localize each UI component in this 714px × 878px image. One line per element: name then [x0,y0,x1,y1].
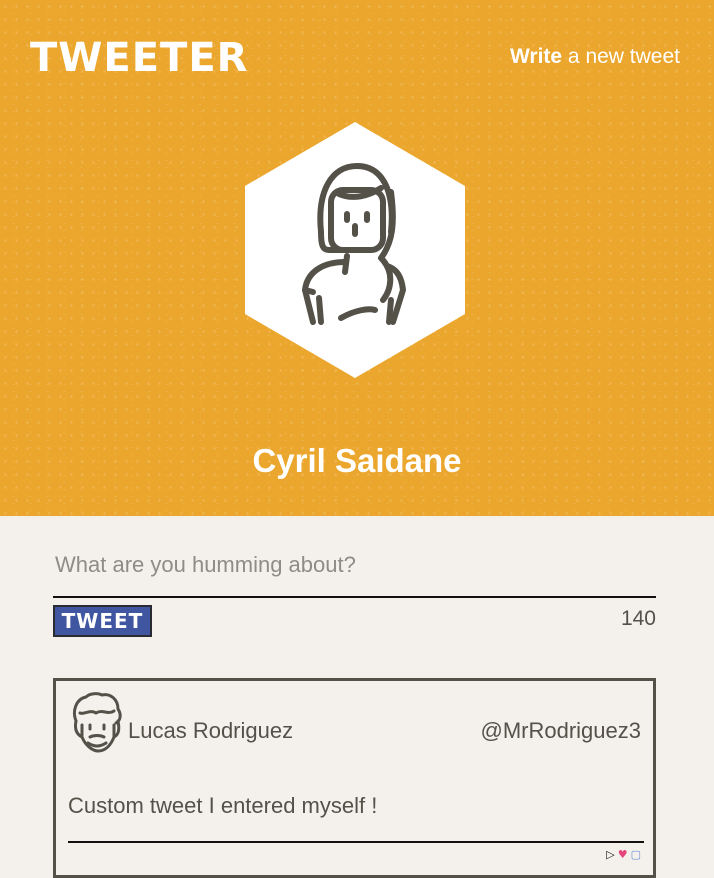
profile-avatar [245,122,465,378]
tweet-author: Lucas Rodriguez [128,718,294,743]
write-link-text[interactable]: a new tweet [562,45,680,68]
write-new-tweet-link[interactable]: Write a new tweet [510,43,680,71]
profile-name: Cyril Saidane [252,442,462,479]
heart-icon[interactable]: ♥ [618,849,628,861]
man-avatar-icon [72,692,122,753]
tweet-handle[interactable]: @MrRodriguez3 [481,717,642,745]
tweet-actions: ▷ ♥ ▢ [606,849,641,861]
write-link-bold[interactable]: Write [510,45,562,68]
retweet-icon[interactable]: ▢ [631,849,641,861]
character-counter: 140 [620,607,656,630]
flag-icon[interactable]: ▷ [606,849,614,861]
tweet-text: Custom tweet I entered myself ! [68,793,378,818]
compose-input[interactable] [53,534,656,598]
tweet-card: Lucas Rodriguez @MrRodriguez3 Custom twe… [53,678,656,878]
app-logo[interactable]: TWEETER [30,34,248,82]
tweet-divider [68,841,644,843]
profile-header: TWEETER Write a new tweet Cyril Saidane [0,0,714,516]
tweet-button[interactable]: TWEET [53,605,152,637]
